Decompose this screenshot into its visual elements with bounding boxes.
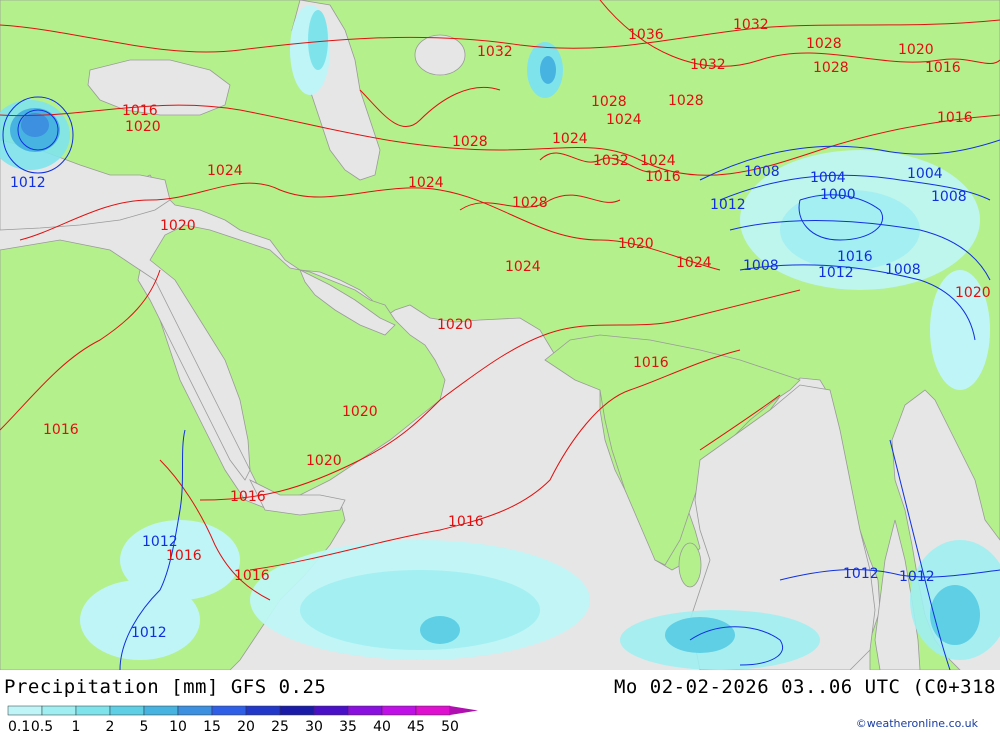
legend-tick-label: 15 — [203, 719, 221, 733]
isobar-label: 1032 — [477, 44, 513, 60]
isobar-label: 1012 — [131, 625, 167, 641]
legend-arrow — [450, 706, 478, 715]
isobar-label: 1028 — [813, 60, 849, 76]
legend-swatch — [177, 705, 213, 716]
isobar-label: 1012 — [899, 569, 935, 585]
precipitation-map: 1036 1032 1032 1032 1028 1020 1016 1028 … — [0, 0, 1000, 670]
legend-swatch — [75, 705, 111, 716]
isobar-label: 1024 — [552, 131, 588, 147]
isobar-label: 1012 — [10, 175, 46, 191]
isobar-label: 1024 — [207, 163, 243, 179]
isobar-label: 1008 — [743, 258, 779, 274]
sea-aral — [414, 34, 466, 76]
valid-time: Mo 02-02-2026 03..06 UTC (C0+318 — [613, 676, 996, 698]
isobar-label: 1020 — [898, 42, 934, 58]
legend-tick-label: 0.5 — [31, 719, 53, 733]
legend-tick-label: 10 — [169, 719, 187, 733]
isobar-label: 1028 — [806, 36, 842, 52]
isobar-label: 1024 — [640, 153, 676, 169]
product-title: Precipitation [mm] GFS 0.25 — [4, 676, 327, 698]
isobar-label: 1028 — [668, 93, 704, 109]
legend-swatch — [347, 705, 383, 716]
legend-tick-label: 50 — [441, 719, 459, 733]
land-sri-lanka — [678, 542, 702, 588]
legend-swatch — [211, 705, 247, 716]
isobar-label: 1016 — [645, 169, 681, 185]
isobar-label: 1004 — [810, 170, 846, 186]
isobar-label: 1032 — [593, 153, 629, 169]
legend-swatches — [7, 705, 478, 716]
isobar-label: 1028 — [512, 195, 548, 211]
isobar-label: 1016 — [122, 103, 158, 119]
legend-tick-label: 40 — [373, 719, 391, 733]
isobar-label: 1020 — [306, 453, 342, 469]
isobar-label: 1012 — [710, 197, 746, 213]
isobar-label: 1020 — [342, 404, 378, 420]
legend-tick-label: 0.1 — [8, 719, 30, 733]
isobar-label: 1036 — [628, 27, 664, 43]
legend-tick-label: 1 — [72, 719, 81, 733]
isobar-label: 1016 — [633, 355, 669, 371]
isobar-label: 1000 — [820, 187, 856, 203]
legend-swatch — [415, 705, 451, 716]
isobar-label: 1032 — [690, 57, 726, 73]
isobar-label: 1032 — [733, 17, 769, 33]
isobar-label: 1028 — [452, 134, 488, 150]
isobar-label: 1016 — [43, 422, 79, 438]
isobar-label: 1020 — [618, 236, 654, 252]
isobar-label: 1024 — [606, 112, 642, 128]
legend-tick-label: 30 — [305, 719, 323, 733]
isobar-label: 1016 — [837, 249, 873, 265]
legend-tick-label: 20 — [237, 719, 255, 733]
legend-swatch — [143, 705, 179, 716]
isobar-label: 1020 — [160, 218, 196, 234]
legend-swatch — [245, 705, 281, 716]
legend-swatch — [279, 705, 315, 716]
isobar-label: 1016 — [230, 489, 266, 505]
isobar-label: 1008 — [885, 262, 921, 278]
isobar-label: 1020 — [437, 317, 473, 333]
legend-tick-label: 5 — [140, 719, 149, 733]
precipitation-legend: 0.1 0.5 1 2 5 10 15 20 25 30 35 40 45 50 — [7, 705, 478, 733]
isobar-label: 1016 — [937, 110, 973, 126]
isobar-label: 1020 — [955, 285, 991, 301]
legend-swatch — [109, 705, 145, 716]
isobar-label: 1012 — [142, 534, 178, 550]
isobar-label: 1028 — [591, 94, 627, 110]
isobar-label: 1016 — [925, 60, 961, 76]
isobar-label: 1008 — [744, 164, 780, 180]
isobar-label: 1008 — [931, 189, 967, 205]
legend-tick-label: 25 — [271, 719, 289, 733]
legend-tick-label: 2 — [106, 719, 115, 733]
legend-ticks: 0.1 0.5 1 2 5 10 15 20 25 30 35 40 45 50 — [8, 719, 459, 733]
isobar-label: 1016 — [234, 568, 270, 584]
legend-swatch — [7, 705, 43, 716]
isobar-label: 1012 — [818, 265, 854, 281]
isobar-label: 1020 — [125, 119, 161, 135]
isobar-label: 1024 — [676, 255, 712, 271]
isobar-label: 1024 — [408, 175, 444, 191]
credit-link[interactable]: ©weatheronline.co.uk — [856, 717, 978, 730]
legend-swatch — [313, 705, 349, 716]
isobar-label: 1016 — [166, 548, 202, 564]
isobar-label: 1012 — [843, 566, 879, 582]
legend-swatch — [381, 705, 417, 716]
isobar-label: 1016 — [448, 514, 484, 530]
legend-swatch — [41, 705, 77, 716]
legend-tick-label: 45 — [407, 719, 425, 733]
isobar-label: 1004 — [907, 166, 943, 182]
legend-tick-label: 35 — [339, 719, 357, 733]
isobar-label: 1024 — [505, 259, 541, 275]
